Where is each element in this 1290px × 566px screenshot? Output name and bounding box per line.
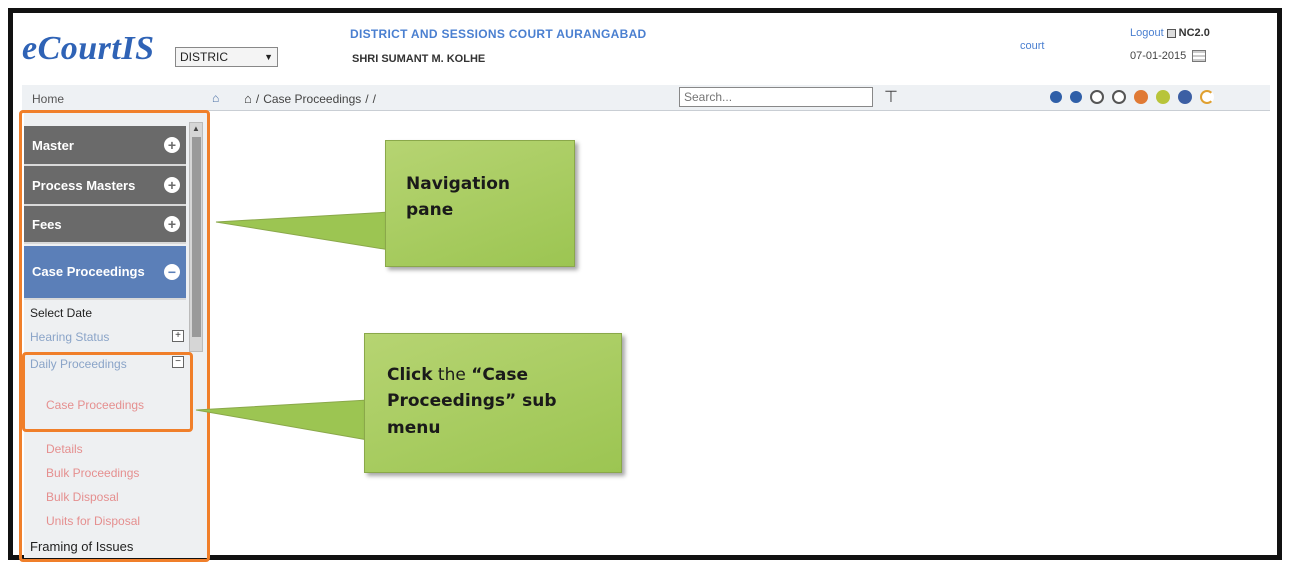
callout-text: the — [437, 365, 466, 385]
navigation-pointer — [215, 211, 391, 251]
callout-pointers — [195, 211, 391, 441]
click-callout: Click the “Case Proceedings” sub menu — [364, 333, 622, 473]
callout-text: “Case — [471, 365, 529, 385]
navigation-callout: Navigation pane — [385, 140, 575, 267]
callout-line: Click the “Case — [387, 362, 621, 388]
callout-text: pane — [406, 200, 454, 221]
callout-text: Click — [387, 365, 433, 385]
callout-text: Proceedings” sub — [387, 391, 557, 412]
callout-text: Navigation — [406, 174, 510, 194]
case-proceedings-pointer — [195, 399, 369, 441]
callout-text: menu — [387, 417, 441, 438]
